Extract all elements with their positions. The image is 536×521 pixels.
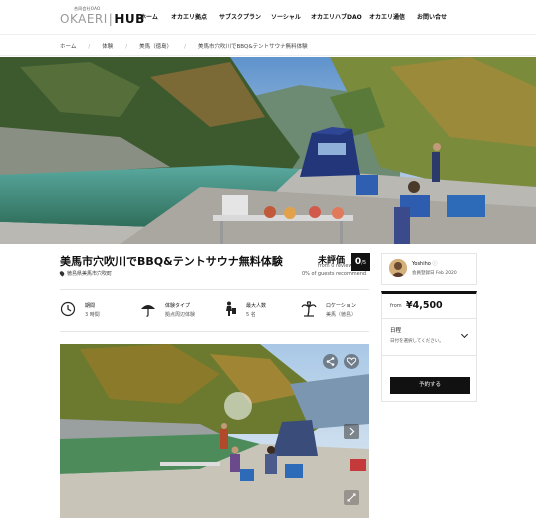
nav-item-social[interactable]: ソーシャル [271, 12, 301, 21]
feature-label: 最大人数 [246, 303, 267, 309]
avatar [389, 259, 407, 277]
nav-item-bases[interactable]: オカエリ拠点 [171, 12, 207, 21]
umbrella-icon [141, 305, 155, 317]
divider [60, 331, 369, 332]
gallery-photo [60, 344, 369, 518]
score-suffix: /5 [361, 260, 367, 266]
nav-item-dao[interactable]: オカエリハブDAO [311, 12, 362, 21]
palm-tree-icon [301, 301, 317, 317]
map-pin-icon [58, 270, 66, 277]
rating-score-badge: 0/5 [351, 253, 370, 271]
site-logo[interactable]: 合同会社OAO OKAERI|HUB [60, 6, 144, 28]
feature-label: ロケーション [326, 303, 356, 309]
nav-item-contact[interactable]: お問い合せ [417, 12, 447, 21]
chevron-down-icon [460, 330, 469, 339]
verified-icon: ⓘ [432, 261, 438, 267]
feature-label: 期間 [85, 303, 96, 309]
breadcrumb: ホーム / 体験 / 美馬（徳島） / 美馬市穴吹川でBBQ&テントサウナ無料体験 [60, 44, 308, 50]
next-photo-button[interactable] [344, 424, 359, 439]
heart-icon [346, 357, 357, 366]
recommend-rate: 0% of guests recommend [302, 271, 367, 277]
nav-item-news[interactable]: オカエリ通信 [369, 12, 405, 21]
booking-card: from ¥4,500 日程 日付を選択してください。 予約する [381, 291, 477, 402]
reserve-button[interactable]: 予約する [390, 377, 470, 394]
breadcrumb-experience[interactable]: 体験 [102, 44, 113, 50]
nav-item-home[interactable]: ホーム [140, 12, 158, 21]
page-title: 美馬市穴吹川でBBQ&テントサウナ無料体験 [60, 255, 283, 268]
date-placeholder: 日付を選択してください。 [390, 339, 444, 344]
favorite-button[interactable] [344, 354, 359, 369]
date-label: 日程 [390, 328, 402, 334]
price-from-label: from [390, 303, 402, 309]
host-member-since: 会員登録日 Feb 2020 [412, 271, 457, 276]
chevron-right-icon [349, 427, 355, 436]
breadcrumb-bar: ホーム / 体験 / 美馬（徳島） / 美馬市穴吹川でBBQ&テントサウナ無料体験 [0, 34, 536, 56]
host-photo [389, 259, 407, 277]
river-camp-photo [0, 57, 536, 244]
fullscreen-button[interactable] [344, 490, 359, 505]
price: ¥4,500 [406, 300, 443, 311]
location-text: 徳島県美馬市穴吹町 [67, 271, 113, 277]
logo-text: OKAERI [60, 12, 108, 26]
breadcrumb-home[interactable]: ホーム [60, 44, 76, 50]
listing-location: 徳島県美馬市穴吹町 [58, 270, 113, 277]
divider [382, 318, 476, 319]
photo-gallery[interactable] [60, 344, 369, 518]
share-button[interactable] [323, 354, 338, 369]
expand-icon [347, 493, 356, 502]
host-name: Yoshiho ⓘ [412, 261, 438, 267]
nav-item-subscription[interactable]: サブスクプラン [219, 12, 261, 21]
divider [382, 355, 476, 356]
feature-label: 体験タイプ [165, 303, 191, 309]
site-header: 合同会社OAO OKAERI|HUB ホーム オカエリ拠点 サブスクプラン ソー… [0, 0, 536, 33]
feature-value: 拠点周辺体験 [165, 312, 196, 318]
feature-value: 5 名 [246, 312, 256, 318]
share-icon [326, 357, 335, 366]
hero-image [0, 57, 536, 244]
divider [60, 289, 369, 290]
traveler-icon [226, 301, 236, 316]
breadcrumb-area[interactable]: 美馬（徳島） [139, 44, 172, 50]
host-card[interactable]: Yoshiho ⓘ 会員登録日 Feb 2020 [381, 253, 477, 285]
feature-value: 3 時間 [85, 312, 100, 318]
clock-icon [60, 301, 76, 317]
review-count[interactable]: from 0 reviews [318, 263, 355, 269]
feature-value: 美馬（徳島） [326, 312, 357, 318]
breadcrumb-current: 美馬市穴吹川でBBQ&テントサウナ無料体験 [197, 44, 308, 50]
